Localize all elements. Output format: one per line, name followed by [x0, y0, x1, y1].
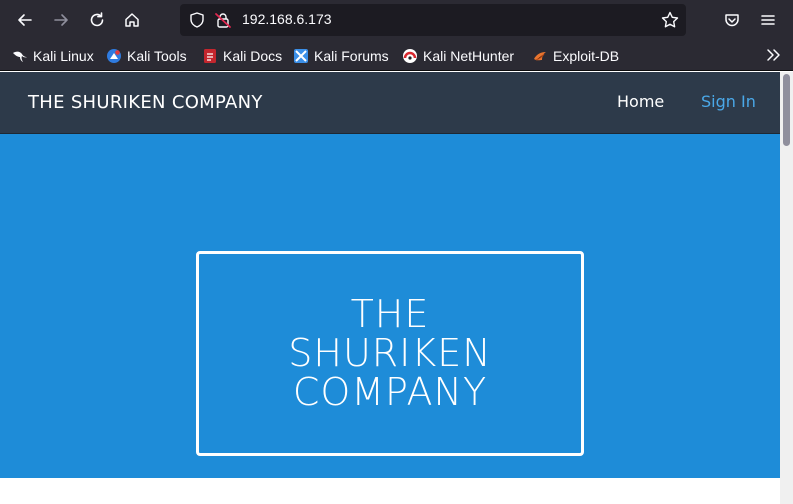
hero-banner: THE SHURIKEN COMPANY: [0, 134, 780, 478]
reload-button[interactable]: [83, 6, 111, 34]
back-button[interactable]: [11, 6, 39, 34]
hero-title-line: COMPANY: [292, 370, 488, 414]
kali-docs-icon: [204, 49, 216, 63]
reload-icon: [90, 12, 104, 27]
site-brand[interactable]: THE SHURIKEN COMPANY: [28, 92, 263, 113]
url-text[interactable]: 192.168.6.173: [242, 11, 332, 27]
forward-button[interactable]: [47, 6, 75, 34]
url-bar[interactable]: 192.168.6.173: [180, 4, 686, 36]
nav-home-link[interactable]: Home: [617, 92, 664, 111]
lock-insecure-icon[interactable]: [214, 11, 232, 29]
bookmark-label: Kali Forums: [314, 48, 389, 64]
bookmark-kali-linux[interactable]: Kali Linux: [12, 46, 94, 66]
pocket-icon: [725, 14, 739, 27]
arrow-left-icon: [18, 14, 32, 26]
hero-title: THE SHURIKEN COMPANY: [199, 295, 581, 412]
bookmark-label: Kali NetHunter: [423, 48, 515, 64]
pocket-button[interactable]: [718, 6, 746, 34]
vertical-scrollbar[interactable]: [780, 72, 793, 504]
bookmark-label: Kali Linux: [33, 48, 94, 64]
page-viewport: THE SHURIKEN COMPANY Home Sign In THE SH…: [0, 72, 780, 504]
home-icon: [125, 13, 139, 27]
bookmark-exploit-db[interactable]: Exploit-DB: [532, 46, 619, 66]
kali-nethunter-icon: [403, 49, 417, 63]
kali-tools-icon: [107, 49, 121, 63]
shield-icon[interactable]: [188, 11, 206, 29]
bookmark-label: Exploit-DB: [553, 48, 620, 64]
bookmarks-toolbar: Kali Linux Kali Tools Kali Docs Kali For…: [0, 40, 793, 71]
bookmark-kali-nethunter[interactable]: Kali NetHunter: [402, 46, 514, 66]
arrow-right-icon: [54, 14, 68, 26]
site-header: THE SHURIKEN COMPANY Home Sign In: [0, 72, 780, 134]
nav-signin-link[interactable]: Sign In: [701, 92, 756, 111]
bookmark-kali-tools[interactable]: Kali Tools: [106, 46, 187, 66]
page-body: [0, 478, 780, 504]
scrollbar-thumb[interactable]: [783, 74, 790, 146]
exploit-db-icon: [534, 52, 546, 61]
hero-title-line: THE: [350, 292, 430, 336]
hero-title-box: THE SHURIKEN COMPANY: [196, 251, 584, 456]
hamburger-menu-icon: [761, 15, 775, 25]
bookmark-kali-docs[interactable]: Kali Docs: [202, 46, 282, 66]
home-button[interactable]: [118, 6, 146, 34]
kali-forums-icon: [294, 49, 308, 63]
chevron-double-right-icon[interactable]: [765, 45, 783, 65]
bookmark-label: Kali Docs: [223, 48, 283, 64]
star-icon[interactable]: [660, 10, 680, 30]
browser-toolbar: 192.168.6.173: [0, 0, 793, 40]
menu-button[interactable]: [754, 6, 782, 34]
bookmark-kali-forums[interactable]: Kali Forums: [293, 46, 389, 66]
kali-dragon-icon: [13, 51, 27, 62]
hero-title-line: SHURIKEN: [288, 331, 492, 375]
bookmark-label: Kali Tools: [127, 48, 187, 64]
